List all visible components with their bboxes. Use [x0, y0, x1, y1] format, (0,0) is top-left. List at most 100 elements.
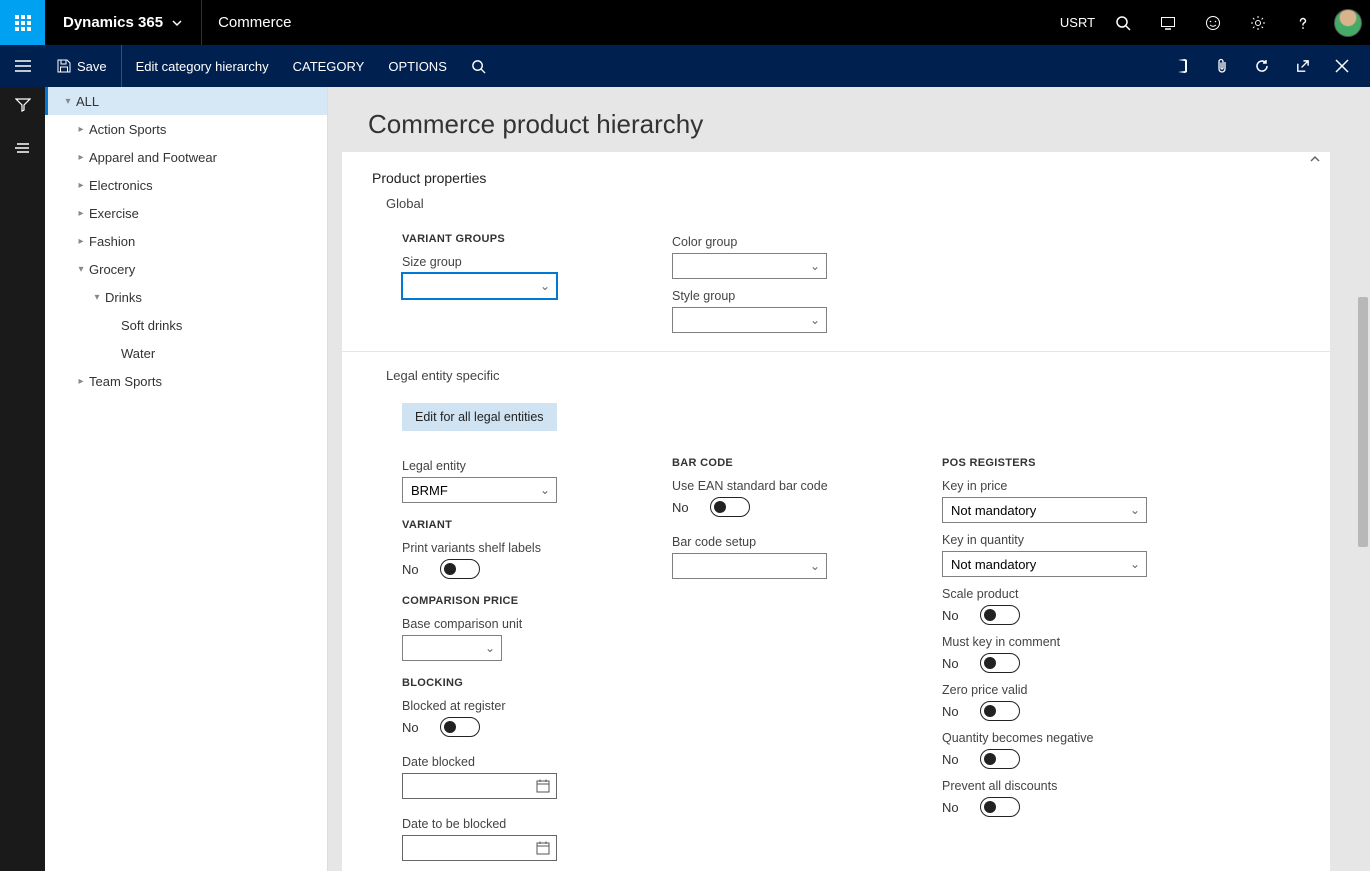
field-label: Key in quantity: [942, 533, 1172, 547]
company-picker[interactable]: USRT: [1055, 0, 1100, 45]
paperclip-icon: [1215, 58, 1229, 74]
tree-node[interactable]: ▸Apparel and Footwear: [45, 143, 327, 171]
tab-options[interactable]: OPTIONS: [376, 45, 459, 87]
command-search-button[interactable]: [459, 45, 498, 87]
date-to-be-blocked-input[interactable]: [402, 835, 557, 861]
caret-right-icon: ▸: [73, 152, 89, 163]
date-blocked-input[interactable]: [402, 773, 557, 799]
color-group-select[interactable]: ⌄: [672, 253, 827, 279]
qty-negative-toggle[interactable]: [980, 749, 1020, 769]
save-icon: [57, 59, 71, 73]
scale-product-toggle[interactable]: [980, 605, 1020, 625]
tree-node[interactable]: ▸Action Sports: [45, 115, 327, 143]
header-right: USRT: [1055, 0, 1370, 45]
blocked-at-register-toggle[interactable]: [440, 717, 480, 737]
tree-node[interactable]: ▸Team Sports: [45, 367, 327, 395]
must-key-comment-row: No: [942, 653, 1172, 673]
office-icon: [1174, 58, 1190, 74]
prevent-discounts-row: No: [942, 797, 1172, 817]
product-properties-panel: Product properties Global VARIANT GROUPS…: [342, 152, 1330, 871]
tree-node[interactable]: ▸Electronics: [45, 171, 327, 199]
nav-menu-button[interactable]: [0, 45, 45, 87]
command-bar: Save Edit category hierarchy CATEGORY OP…: [0, 45, 1370, 87]
chevron-down-icon: ⌄: [485, 641, 495, 655]
chevron-down-icon: ⌄: [1130, 557, 1140, 571]
tree-node-all[interactable]: ▾ ALL: [45, 87, 327, 115]
related-info-button[interactable]: [15, 141, 31, 155]
monitor-icon: [1160, 15, 1176, 31]
caret-right-icon: ▸: [73, 236, 89, 247]
main-area: Commerce product hierarchy Product prope…: [328, 87, 1370, 871]
field-label: Blocked at register: [402, 699, 632, 713]
app-switcher[interactable]: Dynamics 365: [45, 0, 202, 45]
save-button[interactable]: Save: [45, 45, 119, 87]
use-ean-toggle[interactable]: [710, 497, 750, 517]
tree-node-grocery[interactable]: ▾Grocery: [45, 255, 327, 283]
app-name-label: Dynamics 365: [63, 14, 163, 31]
task-recorder-button[interactable]: [1145, 0, 1190, 45]
print-variants-toggle[interactable]: [440, 559, 480, 579]
refresh-button[interactable]: [1242, 45, 1282, 87]
calendar-icon: [536, 779, 550, 793]
zero-price-valid-toggle[interactable]: [980, 701, 1020, 721]
base-comparison-unit-select[interactable]: ⌄: [402, 635, 502, 661]
user-avatar[interactable]: [1325, 0, 1370, 45]
subsection-global: Global: [386, 196, 1300, 211]
attach-button[interactable]: [1202, 45, 1242, 87]
filter-button[interactable]: [15, 97, 31, 113]
field-label: Legal entity: [402, 459, 632, 473]
app-launcher-button[interactable]: [0, 0, 45, 45]
edit-all-legal-entities-button[interactable]: Edit for all legal entities: [402, 403, 557, 431]
tree-node-water[interactable]: Water: [45, 339, 327, 367]
caret-down-icon: ▾: [73, 264, 89, 275]
vertical-scrollbar[interactable]: [1352, 157, 1370, 871]
collapse-section-button[interactable]: [1308, 152, 1322, 166]
close-button[interactable]: [1322, 45, 1362, 87]
left-rail: [0, 87, 45, 871]
chevron-up-icon: [1308, 152, 1322, 166]
settings-button[interactable]: [1235, 0, 1280, 45]
field-label: Prevent all discounts: [942, 779, 1172, 793]
search-button[interactable]: [1100, 0, 1145, 45]
avatar-icon: [1334, 9, 1362, 37]
group-label: BAR CODE: [672, 457, 902, 469]
chevron-down-icon: [171, 17, 183, 29]
caret-right-icon: ▸: [73, 376, 89, 387]
key-in-quantity-select[interactable]: Not mandatory⌄: [942, 551, 1147, 577]
close-icon: [1335, 59, 1349, 73]
tree-node[interactable]: ▸Exercise: [45, 199, 327, 227]
caret-right-icon: ▸: [73, 180, 89, 191]
field-label: Key in price: [942, 479, 1172, 493]
size-group-select[interactable]: ⌄: [402, 273, 557, 299]
chevron-down-icon: ⌄: [540, 279, 550, 293]
chevron-down-icon: ⌄: [540, 483, 550, 497]
caret-down-icon: ▾: [89, 292, 105, 303]
help-icon: [1295, 15, 1311, 31]
group-label: VARIANT: [402, 519, 632, 531]
tree-node-soft-drinks[interactable]: Soft drinks: [45, 311, 327, 339]
feedback-button[interactable]: [1190, 0, 1235, 45]
legal-entity-select[interactable]: BRMF⌄: [402, 477, 557, 503]
category-tree: ▾ ALL ▸Action Sports ▸Apparel and Footwe…: [45, 87, 328, 871]
style-group-select[interactable]: ⌄: [672, 307, 827, 333]
bar-code-setup-select[interactable]: ⌄: [672, 553, 827, 579]
office-button[interactable]: [1162, 45, 1202, 87]
subsection-legal-entity: Legal entity specific: [386, 368, 1300, 383]
edit-hierarchy-button[interactable]: Edit category hierarchy: [124, 45, 281, 87]
use-ean-row: No: [672, 497, 902, 517]
caret-right-icon: ▸: [73, 124, 89, 135]
group-label: COMPARISON PRICE: [402, 595, 632, 607]
tree-node-drinks[interactable]: ▾Drinks: [45, 283, 327, 311]
key-in-price-select[interactable]: Not mandatory⌄: [942, 497, 1147, 523]
field-label: Scale product: [942, 587, 1172, 601]
field-label: Print variants shelf labels: [402, 541, 632, 555]
help-button[interactable]: [1280, 0, 1325, 45]
tab-category[interactable]: CATEGORY: [281, 45, 377, 87]
search-icon: [1115, 15, 1131, 31]
popout-button[interactable]: [1282, 45, 1322, 87]
tree-node[interactable]: ▸Fashion: [45, 227, 327, 255]
waffle-icon: [15, 15, 31, 31]
prevent-discounts-toggle[interactable]: [980, 797, 1020, 817]
scale-product-row: No: [942, 605, 1172, 625]
must-key-comment-toggle[interactable]: [980, 653, 1020, 673]
